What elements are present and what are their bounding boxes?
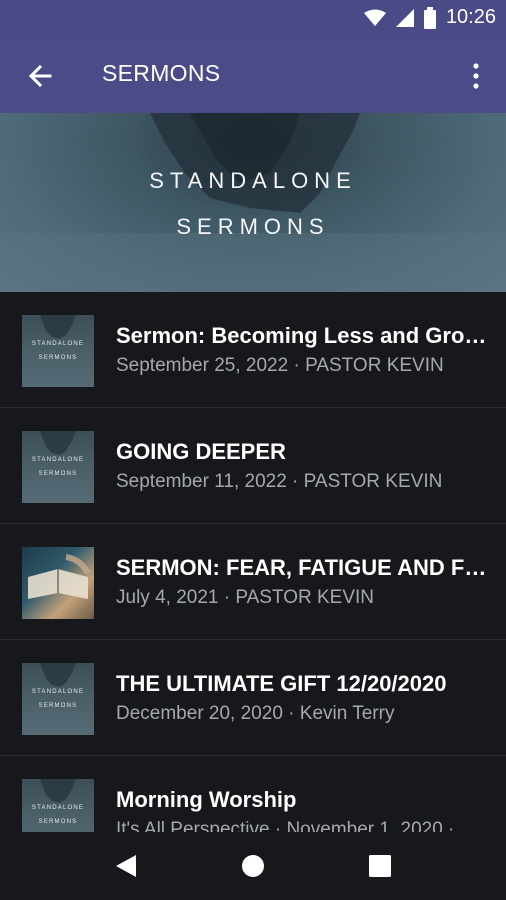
status-time: 10:26 — [445, 6, 496, 28]
system-nav-bar — [0, 832, 506, 900]
status-bar: 10:26 — [0, 0, 506, 36]
hero-rock-image — [0, 113, 506, 292]
sermon-title: Morning Worship — [116, 787, 297, 812]
battery-icon — [423, 6, 436, 29]
thumbnail-text-line1: STANDALONE — [31, 689, 85, 695]
wifi-icon — [363, 9, 386, 26]
thumbnail-text-line2: SERMONS — [38, 703, 78, 709]
cell-signal-icon — [395, 8, 414, 27]
sermon-thumbnail: STANDALONE SERMONS — [22, 431, 94, 503]
sermon-list-item[interactable]: STANDALONE SERMONS Morning Worship It's … — [0, 756, 506, 832]
sermon-list-item[interactable]: STANDALONE SERMONS GOING DEEPER Septembe… — [0, 408, 506, 524]
thumbnail-text-line1: STANDALONE — [31, 341, 85, 347]
sermon-title: SERMON: FEAR, FATIGUE AND F… — [116, 555, 487, 580]
thumbnail-text-line2: SERMONS — [38, 355, 78, 361]
more-options-icon[interactable] — [464, 58, 488, 94]
sermon-title: THE ULTIMATE GIFT 12/20/2020 — [116, 671, 447, 696]
nav-home-icon[interactable] — [241, 854, 265, 878]
app-bar: SERMONS — [0, 36, 506, 113]
nav-back-icon[interactable] — [114, 854, 138, 878]
nav-recents-icon[interactable] — [369, 855, 391, 877]
sermon-subtitle: September 11, 2022 · PASTOR KEVIN — [116, 471, 443, 492]
hero-title-line2: SERMONS — [176, 214, 330, 239]
sermon-subtitle: It's All Perspective · November 1, 2020 … — [116, 819, 479, 832]
sermon-subtitle: September 25, 2022 · PASTOR KEVIN — [116, 355, 444, 376]
sermon-thumbnail-bible — [22, 547, 94, 619]
sermon-subtitle: July 4, 2021 · PASTOR KEVIN — [116, 587, 375, 608]
sermon-title: GOING DEEPER — [116, 439, 286, 464]
page-title: SERMONS — [102, 60, 221, 86]
thumbnail-text-line2: SERMONS — [38, 471, 78, 477]
sermon-thumbnail: STANDALONE SERMONS — [22, 663, 94, 735]
back-arrow-icon[interactable] — [22, 58, 58, 94]
sermon-list-item[interactable]: STANDALONE SERMONS THE ULTIMATE GIFT 12/… — [0, 640, 506, 756]
thumbnail-text-line2: SERMONS — [38, 819, 78, 825]
sermon-list-item[interactable]: STANDALONE SERMONS Sermon: Becoming Less… — [0, 292, 506, 408]
sermon-thumbnail: STANDALONE SERMONS — [22, 315, 94, 387]
thumbnail-text-line1: STANDALONE — [31, 805, 85, 811]
sermon-subtitle: December 20, 2020 · Kevin Terry — [116, 703, 395, 724]
sermon-thumbnail: STANDALONE SERMONS — [22, 779, 94, 832]
sermon-list: STANDALONE SERMONS Sermon: Becoming Less… — [0, 292, 506, 832]
sermon-title: Sermon: Becoming Less and Gro… — [116, 323, 487, 348]
sermon-list-item[interactable]: SERMON: FEAR, FATIGUE AND F… July 4, 202… — [0, 524, 506, 640]
hero-title-line1: STANDALONE — [149, 168, 357, 193]
thumbnail-text-line1: STANDALONE — [31, 457, 85, 463]
hero-banner: STANDALONE SERMONS — [0, 113, 506, 292]
